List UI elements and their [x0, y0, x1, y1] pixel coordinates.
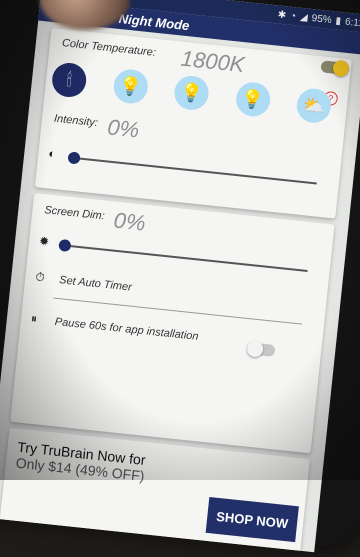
- screen-dim-slider-knob[interactable]: [58, 238, 72, 253]
- signal-icon: ◢: [299, 11, 309, 24]
- phone-screen: ✱ ◔ ◢ 95% ▮ 6:11 Night Mode Color Temper…: [0, 0, 360, 553]
- clock: 6:11: [344, 16, 360, 29]
- intensity-label: Intensity:: [53, 112, 99, 130]
- shop-now-button[interactable]: SHOP NOW: [205, 496, 299, 543]
- phone-frame: ✱ ◔ ◢ 95% ▮ 6:11 Night Mode Color Temper…: [0, 0, 360, 553]
- screen-dim-card: Screen Dim: 0% ✹ ⏱ Set Auto Timer ⏸ Paus…: [10, 192, 335, 454]
- set-auto-timer[interactable]: Set Auto Timer: [59, 274, 133, 294]
- ad-headline: Try TruBrain Now for Only $14 (49% OFF): [15, 438, 147, 484]
- bulb-white-icon[interactable]: 💡: [233, 80, 272, 118]
- bulb-warm-icon[interactable]: 💡: [111, 67, 150, 106]
- contrast-icon: ◐: [47, 146, 57, 161]
- intensity-value: 0%: [106, 114, 141, 143]
- app-title: Night Mode: [118, 10, 191, 33]
- candle-icon[interactable]: 🕯: [50, 61, 88, 99]
- pause-toggle[interactable]: [246, 340, 276, 358]
- night-mode-toggle[interactable]: [320, 59, 350, 78]
- pause-install-label: Pause 60s for app installation: [54, 315, 199, 343]
- battery-level: 95%: [311, 12, 333, 26]
- bluetooth-icon: ✱: [277, 8, 287, 21]
- wifi-icon: ◔: [289, 10, 297, 22]
- intensity-slider[interactable]: [67, 151, 317, 185]
- intensity-slider-knob[interactable]: [67, 151, 81, 165]
- screen-dim-slider[interactable]: [58, 238, 308, 272]
- screen-dim-value: 0%: [112, 207, 147, 236]
- timer-icon: ⏱: [34, 269, 46, 285]
- color-temperature-label: Color Temperature:: [61, 37, 157, 59]
- screen-dim-label: Screen Dim:: [43, 204, 106, 223]
- battery-icon: ▮: [335, 15, 342, 27]
- color-temperature-card: Color Temperature: 1800K ? 🕯 💡 💡 💡 ⛅ Int…: [34, 27, 352, 219]
- bulb-yellow-icon[interactable]: 💡: [172, 74, 211, 112]
- pause-icon: ⏸: [30, 311, 38, 326]
- sun-cloud-icon[interactable]: ⛅: [295, 87, 333, 125]
- brightness-icon: ✹: [38, 233, 50, 249]
